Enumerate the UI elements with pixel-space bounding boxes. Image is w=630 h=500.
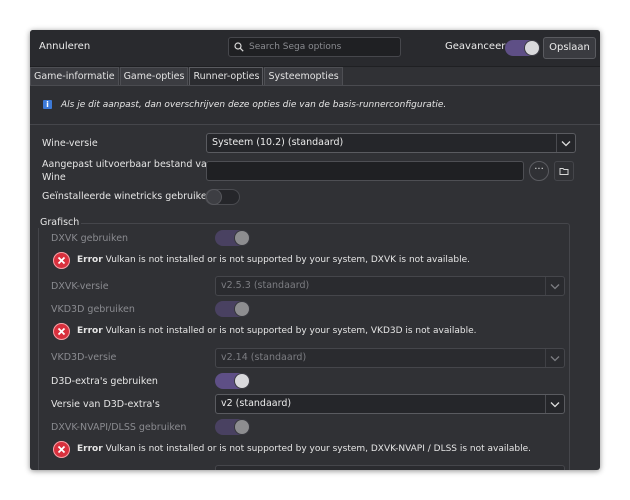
wine-version-value: Systeem (10.2) (standaard): [212, 137, 344, 148]
chevron-down-icon: [545, 395, 564, 413]
dxvk-version-select[interactable]: v2.5.3 (standaard): [215, 276, 565, 296]
d3d-extras-toggle[interactable]: [215, 373, 250, 389]
vkd3d-version-select[interactable]: v2.14 (standaard): [215, 348, 565, 368]
vkd3d-toggle[interactable]: [215, 301, 250, 317]
error-label: Error: [77, 326, 103, 336]
wine-version-label: Wine-versie: [42, 138, 98, 149]
save-button[interactable]: Opslaan: [543, 37, 596, 59]
d3d-extras-version-value: v2 (standaard): [221, 398, 292, 409]
vkd3d-label: VKD3D gebruiken: [51, 304, 135, 315]
vkd3d-version-value: v2.14 (standaard): [221, 352, 307, 363]
search-box[interactable]: [228, 37, 401, 57]
error-detail: Vulkan is not installed or is not suppor…: [105, 326, 477, 336]
winetricks-label: Geïnstalleerde winetricks gebruiken: [42, 191, 213, 202]
custom-exe-label-line2: Wine: [42, 172, 66, 183]
wine-version-select[interactable]: Systeem (10.2) (standaard): [206, 133, 576, 153]
advanced-label: Geavanceerd: [445, 41, 512, 52]
browse-button[interactable]: ···: [529, 161, 549, 181]
toggle-knob: [525, 41, 539, 55]
search-icon: [234, 42, 244, 52]
chevron-down-icon: [545, 277, 564, 295]
tab-runner-options[interactable]: Runner-opties: [189, 67, 264, 85]
folder-icon: [559, 168, 569, 175]
dxvk-label: DXVK gebruiken: [51, 233, 129, 244]
tab-system-options[interactable]: Systeemopties: [264, 67, 343, 85]
advanced-toggle[interactable]: [505, 40, 540, 56]
chevron-down-icon: [556, 134, 575, 152]
dxvk-version-label: DXVK-versie: [51, 281, 109, 292]
d3d-extras-version-label: Versie van D3D-extra's: [51, 399, 160, 410]
next-setting-select[interactable]: [215, 465, 565, 470]
winetricks-toggle[interactable]: [205, 189, 240, 205]
error-detail: Vulkan is not installed or is not suppor…: [105, 444, 532, 454]
tab-game-info[interactable]: Game-informatie: [30, 67, 119, 85]
d3d-extras-label: D3D-extra's gebruiken: [51, 376, 158, 387]
error-message: Error Vulkan is not installed or is not s…: [77, 444, 531, 454]
error-message: Error Vulkan is not installed or is not s…: [77, 255, 470, 265]
error-label: Error: [77, 255, 103, 265]
error-detail: Vulkan is not installed or is not suppor…: [105, 255, 471, 265]
info-text: Als je dit aanpast, dan overschrijven de…: [61, 100, 447, 110]
search-input[interactable]: [249, 42, 389, 52]
toggle-knob: [207, 190, 221, 204]
folder-button[interactable]: [554, 161, 574, 181]
tab-bar: Game-informatie Game-opties Runner-optie…: [30, 67, 344, 85]
error-message: Error Vulkan is not installed or is not s…: [77, 326, 477, 336]
d3d-extras-version-select[interactable]: v2 (standaard): [215, 394, 565, 414]
error-icon: [53, 441, 70, 458]
error-icon: [53, 323, 70, 340]
toggle-knob: [235, 420, 249, 434]
custom-exe-field[interactable]: [206, 161, 524, 181]
toggle-knob: [235, 231, 249, 245]
header-bar: Annuleren Geavanceerd Opslaan: [30, 30, 600, 67]
custom-exe-label-line1: Aangepast uitvoerbaar bestand van: [42, 159, 213, 170]
vkd3d-version-label: VKD3D-versie: [51, 352, 117, 363]
info-icon: i: [43, 100, 52, 109]
cancel-button[interactable]: Annuleren: [39, 41, 90, 52]
info-bar: i Als je dit aanpast, dan overschrijven …: [30, 86, 600, 125]
dxvk-nvapi-label: DXVK-NVAPI/DLSS gebruiken: [51, 422, 187, 433]
dxvk-version-value: v2.5.3 (standaard): [221, 280, 310, 291]
graphics-group-title: Grafisch: [38, 217, 82, 228]
toggle-knob: [235, 302, 249, 316]
chevron-down-icon: [545, 349, 564, 367]
tab-game-options[interactable]: Game-opties: [119, 67, 189, 85]
dxvk-nvapi-toggle[interactable]: [215, 419, 250, 435]
dxvk-toggle[interactable]: [215, 230, 250, 246]
error-icon: [53, 252, 70, 269]
error-label: Error: [77, 444, 103, 454]
toggle-knob: [235, 374, 249, 388]
preferences-window: Annuleren Geavanceerd Opslaan Game-infor…: [30, 30, 600, 470]
